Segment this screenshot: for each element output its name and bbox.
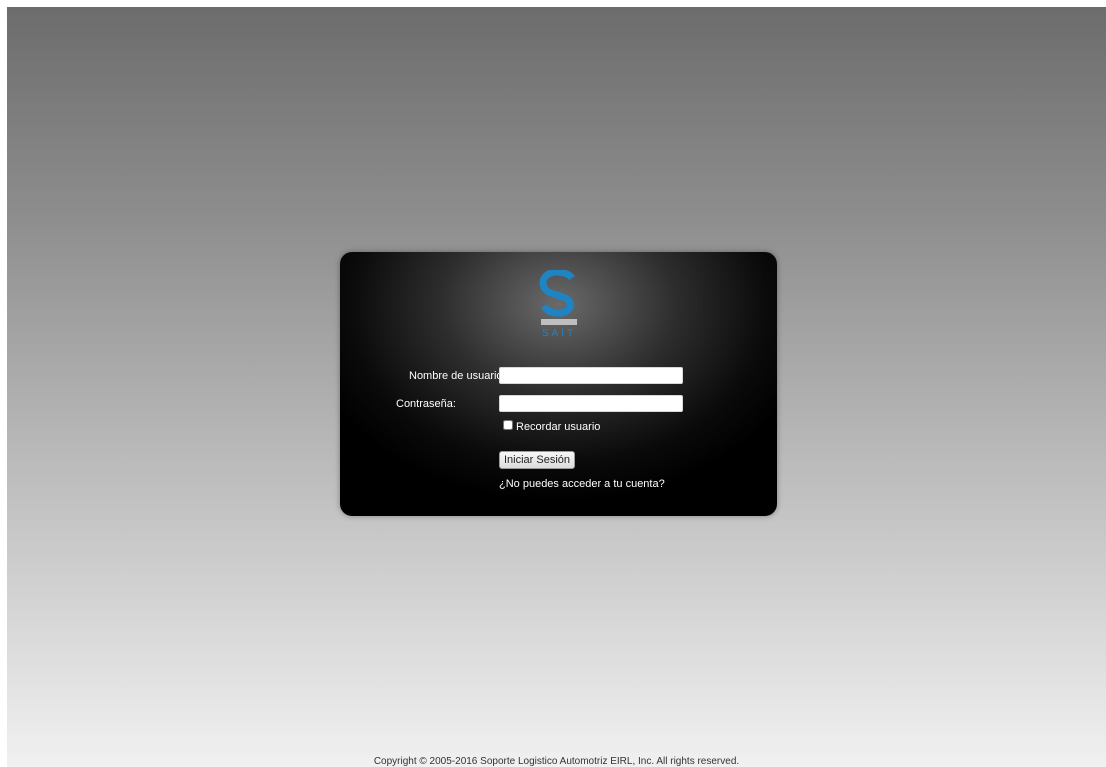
username-input[interactable]	[499, 367, 683, 384]
logo-s-icon	[539, 268, 577, 325]
page-background: SAIT Nombre de usuario: Contraseña: Reco…	[7, 7, 1106, 767]
login-panel: SAIT Nombre de usuario: Contraseña: Reco…	[340, 252, 777, 516]
password-label: Contraseña:	[396, 398, 456, 410]
password-input[interactable]	[499, 395, 683, 412]
remember-checkbox[interactable]	[503, 420, 513, 430]
logo-text: SAIT	[541, 328, 577, 339]
username-label: Nombre de usuario:	[409, 370, 506, 382]
sait-logo: SAIT	[539, 268, 579, 342]
login-button[interactable]: Iniciar Sesión	[499, 451, 575, 469]
copyright-text: Copyright © 2005-2016 Soporte Logistico …	[373, 756, 740, 767]
remember-label[interactable]: Recordar usuario	[516, 420, 600, 434]
account-help-link[interactable]: ¿No puedes acceder a tu cuenta?	[499, 477, 665, 491]
